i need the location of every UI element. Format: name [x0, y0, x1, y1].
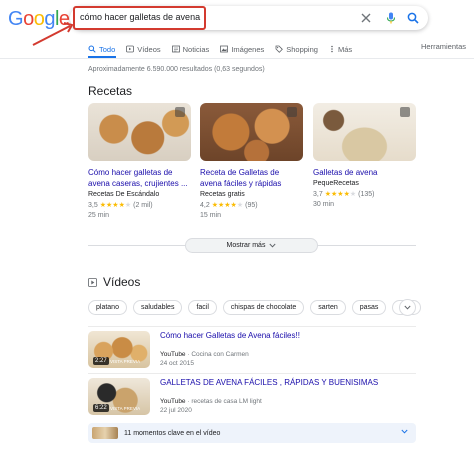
recipe-image[interactable] — [313, 103, 416, 161]
star-rating-icon: ★★★★★ — [99, 202, 132, 209]
divider — [88, 326, 416, 327]
tab-shopping[interactable]: Shopping — [275, 45, 318, 54]
recipe-rating: 3,7 ★★★★★ (135) — [313, 190, 416, 199]
video-thumbnail[interactable]: 6:22 VISTA PREVIA — [88, 378, 150, 415]
tab-videos[interactable]: Vídeos — [126, 44, 161, 54]
more-icon — [331, 45, 333, 53]
arrow-annotation — [32, 22, 74, 46]
preview-label: VISTA PREVIA — [110, 359, 141, 364]
rating-value: 4,2 — [200, 201, 210, 209]
video-channel: recetas de casa LM light — [191, 398, 262, 405]
video-duration: 6:22 — [93, 404, 109, 412]
tab-news[interactable]: Noticias — [171, 44, 210, 54]
key-moments-label: 11 momentos clave en el vídeo — [124, 429, 221, 437]
video-channel: Cocina con Carmen — [191, 351, 249, 358]
filter-chip[interactable]: chispas de chocolate — [222, 300, 305, 315]
tab-label: Más — [337, 44, 353, 54]
video-result[interactable]: 6:22 VISTA PREVIA GALLETAS DE AVENA FÁCI… — [88, 378, 418, 418]
preview-label: VISTA PREVIA — [110, 406, 141, 411]
recipe-source: PequeRecetas — [313, 180, 359, 187]
tab-images[interactable]: Imágenes — [220, 45, 264, 54]
chevron-down-icon — [401, 429, 408, 434]
video-title[interactable]: GALLETAS DE AVENA FÁCILES , RÁPIDAS Y BU… — [160, 378, 378, 387]
rating-count: (95) — [245, 201, 258, 209]
video-duration: 2:27 — [93, 357, 109, 365]
recipe-card[interactable]: Cómo hacer galletas de avena caseras, cr… — [88, 103, 191, 219]
tag-icon — [275, 45, 284, 53]
recipe-rating: 3,5 ★★★★★ (2 mil) — [88, 201, 191, 210]
rating-value: 3,7 — [313, 190, 323, 198]
tab-more[interactable]: Más — [329, 45, 352, 54]
video-result[interactable]: 2:27 VISTA PREVIA Cómo hacer Galletas de… — [88, 331, 418, 371]
videos-title: Vídeos — [103, 275, 141, 289]
bookmark-icon[interactable] — [287, 107, 297, 117]
tab-todo[interactable]: Todo — [88, 45, 115, 54]
tab-label: Vídeos — [137, 44, 161, 54]
chevron-down-icon — [269, 243, 277, 248]
videos-heading: Vídeos — [88, 275, 140, 289]
video-meta: YouTube · recetas de casa LM light 22 ju… — [160, 398, 262, 414]
video-platform: YouTube — [160, 351, 186, 358]
filter-chip[interactable]: saludables — [132, 300, 183, 315]
recipe-time: 30 min — [313, 201, 335, 208]
recipe-rating: 4,2 ★★★★★ (95) — [200, 201, 303, 210]
rating-count: (2 mil) — [133, 201, 153, 209]
divider — [88, 373, 416, 374]
image-icon — [220, 45, 229, 53]
video-title[interactable]: Cómo hacer Galletas de Avena fáciles!! — [160, 331, 300, 340]
bookmark-icon[interactable] — [400, 107, 410, 117]
search-tabs: Todo Vídeos Noticias Imágenes Shopping M… — [88, 42, 474, 56]
video-icon — [88, 277, 97, 287]
filter-chip[interactable]: facil — [188, 300, 217, 315]
search-icon — [88, 45, 96, 53]
tab-label: Imágenes — [231, 44, 265, 54]
chevron-down-icon — [404, 305, 411, 310]
tab-label: Noticias — [182, 44, 210, 54]
video-icon — [126, 45, 135, 53]
video-thumbnail[interactable]: 2:27 VISTA PREVIA — [88, 331, 150, 368]
key-moments-bar[interactable]: 11 momentos clave en el vídeo — [88, 423, 416, 443]
recipe-title[interactable]: Receta de Galletas de avena fáciles y rá… — [200, 167, 303, 189]
chips-next-button[interactable] — [399, 299, 416, 316]
recipe-card[interactable]: Receta de Galletas de avena fáciles y rá… — [200, 103, 303, 219]
filter-chip[interactable]: pasas — [351, 300, 387, 315]
logo-letter: G — [8, 8, 24, 30]
recipe-title[interactable]: Cómo hacer galletas de avena caseras, cr… — [88, 167, 191, 189]
rating-count: (135) — [358, 190, 375, 198]
recipe-card[interactable]: Galletas de avena PequeRecetas 3,7 ★★★★★… — [313, 103, 416, 208]
video-platform: YouTube — [160, 398, 186, 405]
star-rating-icon: ★★★★★ — [211, 202, 244, 209]
rating-value: 3,5 — [88, 201, 98, 209]
header-divider — [0, 58, 474, 59]
recipes-heading: Recetas — [88, 84, 133, 98]
video-date: 22 jul 2020 — [160, 407, 192, 414]
bookmark-icon[interactable] — [175, 107, 185, 117]
recipe-title[interactable]: Galletas de avena — [313, 167, 416, 178]
tab-label: Shopping — [286, 44, 318, 54]
show-more-button[interactable]: Mostrar más — [185, 238, 318, 253]
search-icon[interactable] — [406, 11, 420, 25]
recipe-time: 25 min — [88, 212, 110, 219]
filter-chip[interactable]: sarten — [310, 300, 346, 315]
star-rating-icon: ★★★★★ — [324, 191, 357, 198]
video-meta: YouTube · Cocina con Carmen 24 oct 2015 — [160, 351, 249, 367]
show-more-label: Mostrar más — [226, 242, 266, 249]
recipe-source: Recetas De Escándalo — [88, 191, 160, 198]
tools-button[interactable]: Herramientas — [421, 42, 466, 51]
video-filter-chips: platano saludables facil chispas de choc… — [88, 300, 422, 315]
video-date: 24 oct 2015 — [160, 360, 194, 367]
recipe-image[interactable] — [88, 103, 191, 161]
results-count: Aproximadamente 6.590.000 resultados (0,… — [88, 66, 265, 73]
recipe-source: Recetas gratis — [200, 191, 245, 198]
recipe-image[interactable] — [200, 103, 303, 161]
filter-chip[interactable]: platano — [88, 300, 127, 315]
recipe-time: 15 min — [200, 212, 222, 219]
clear-icon[interactable] — [359, 11, 373, 25]
tab-label: Todo — [99, 44, 116, 54]
highlight-box-annotation — [73, 6, 206, 30]
microphone-icon[interactable] — [384, 11, 398, 25]
news-icon — [171, 45, 180, 53]
moments-thumbnail — [92, 427, 118, 439]
